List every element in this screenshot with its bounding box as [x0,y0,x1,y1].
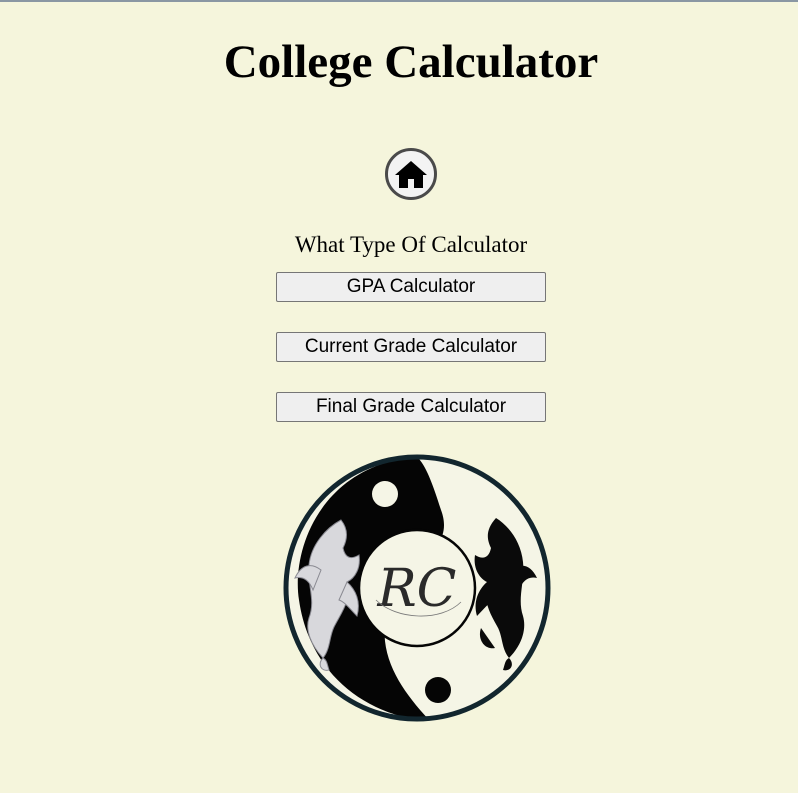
final-grade-calculator-button[interactable]: Final Grade Calculator [276,392,546,422]
calculator-type-prompt: What Type Of Calculator [294,232,528,257]
logo-monogram: RC [377,559,457,619]
home-button[interactable] [385,148,437,200]
rc-yin-yang-logo: RC [283,454,551,722]
home-icon [395,161,427,188]
gpa-calculator-button[interactable]: GPA Calculator [276,272,546,302]
page-title: College Calculator [223,36,599,88]
current-grade-calculator-button[interactable]: Current Grade Calculator [276,332,546,362]
